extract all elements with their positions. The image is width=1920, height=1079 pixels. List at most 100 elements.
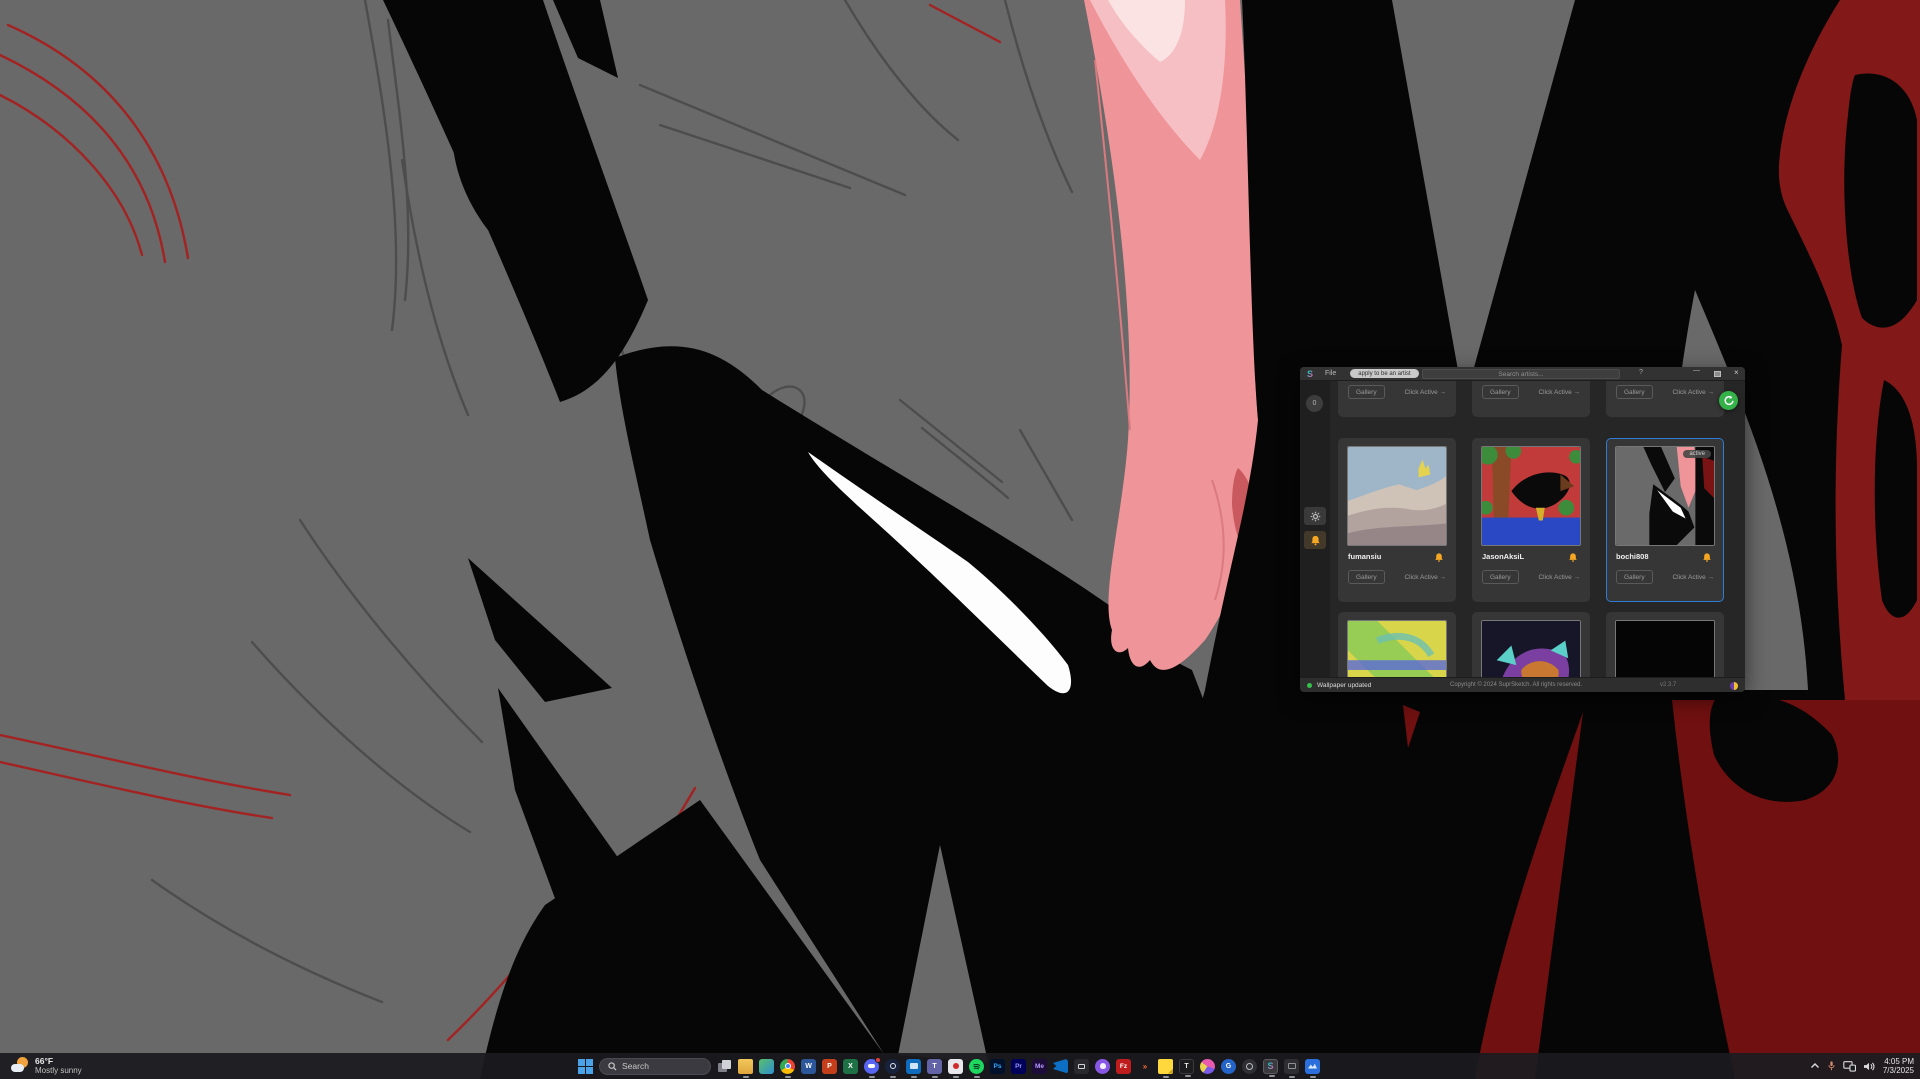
apply-artist-button[interactable]: apply to be an artist: [1350, 369, 1418, 378]
settings-button[interactable]: [1304, 507, 1326, 525]
steam-icon[interactable]: [885, 1059, 900, 1074]
click-active-link[interactable]: Click Active →: [1538, 389, 1580, 396]
excel-icon[interactable]: X: [843, 1059, 858, 1074]
photos-icon[interactable]: [759, 1059, 774, 1074]
tray-clock[interactable]: 4:05 PM 7/3/2025: [1883, 1057, 1914, 1076]
discord-icon[interactable]: [864, 1059, 879, 1074]
window-statusbar: Wallpaper updated Copyright © 2024 SuprS…: [1300, 677, 1745, 692]
gallery-button[interactable]: Gallery: [1616, 385, 1653, 399]
notification-dot: [875, 1057, 881, 1063]
artist-card[interactable]: Gallery Click Active →: [1338, 381, 1456, 417]
click-active-link[interactable]: Click Active →: [1672, 389, 1714, 396]
artwork-thumbnail: [1481, 446, 1581, 546]
weather-temp: 66°F: [35, 1056, 82, 1066]
gallery-button[interactable]: Gallery: [1616, 570, 1653, 584]
search-icon: [608, 1062, 617, 1071]
window-sidebar: 0: [1300, 381, 1330, 677]
vscode-icon[interactable]: [1053, 1059, 1068, 1074]
active-badge: active: [1683, 450, 1711, 458]
click-active-link[interactable]: Click Active →: [1538, 574, 1580, 581]
outlook-icon[interactable]: [906, 1059, 921, 1074]
file-explorer-icon[interactable]: [738, 1059, 753, 1074]
powerpoint-icon[interactable]: P: [822, 1059, 837, 1074]
gog-galaxy-icon[interactable]: G: [1221, 1059, 1236, 1074]
photoshop-icon[interactable]: Ps: [990, 1059, 1005, 1074]
github-desktop-icon[interactable]: [1095, 1059, 1110, 1074]
maximize-button[interactable]: [1714, 371, 1721, 377]
weather-icon: [10, 1055, 30, 1075]
word-icon[interactable]: W: [801, 1059, 816, 1074]
search-label: Search: [622, 1061, 649, 1071]
teams-icon[interactable]: T: [927, 1059, 942, 1074]
tray-chevron-icon[interactable]: [1810, 1062, 1820, 1070]
gallery-button[interactable]: Gallery: [1482, 570, 1519, 584]
artist-card[interactable]: [1338, 612, 1456, 677]
artist-grid: Gallery Click Active → Gallery Click Act…: [1330, 381, 1745, 677]
notifications-button[interactable]: [1304, 531, 1326, 549]
window-titlebar[interactable]: S File apply to be an artist Search arti…: [1300, 367, 1745, 381]
click-active-link[interactable]: Click Active →: [1404, 574, 1446, 581]
weather-widget[interactable]: 66°F Mostly sunny: [10, 1055, 82, 1075]
filezilla-icon[interactable]: Fz: [1116, 1059, 1131, 1074]
bell-icon[interactable]: [1434, 550, 1444, 568]
click-active-link[interactable]: Click Active →: [1672, 574, 1714, 581]
artist-card-jasonaksil[interactable]: JasonAksiL Gallery Click Active →: [1472, 438, 1590, 602]
gallery-button[interactable]: Gallery: [1482, 385, 1519, 399]
version-text: v2.3.7: [1660, 682, 1676, 688]
minimize-button[interactable]: —: [1693, 367, 1700, 374]
artist-card[interactable]: [1472, 612, 1590, 677]
suprsketch-icon[interactable]: S: [1263, 1059, 1278, 1074]
click-active-link[interactable]: Click Active →: [1404, 389, 1446, 396]
artwork-thumbnail: [1615, 620, 1715, 677]
tray-date: 7/3/2025: [1883, 1066, 1914, 1076]
bell-icon[interactable]: [1568, 550, 1578, 568]
artist-card-fumansiu[interactable]: fumansiu Gallery Click Active →: [1338, 438, 1456, 602]
theme-toggle[interactable]: [1730, 682, 1738, 690]
gallery-button[interactable]: Gallery: [1348, 570, 1385, 584]
taskbar-search[interactable]: Search: [599, 1058, 711, 1075]
artist-name: fumansiu: [1348, 552, 1381, 561]
task-view-icon[interactable]: [717, 1059, 732, 1074]
gallery-button[interactable]: Gallery: [1348, 385, 1385, 399]
help-button[interactable]: ?: [1639, 369, 1643, 376]
artwork-thumbnail: [1347, 620, 1447, 677]
status-dot: [1307, 683, 1312, 688]
paint-app-icon[interactable]: [1200, 1059, 1215, 1074]
close-button[interactable]: ×: [1734, 368, 1739, 377]
copyright-text: Copyright © 2024 SuprSketch. All rights …: [1450, 682, 1582, 688]
artist-name: bochi808: [1616, 552, 1649, 561]
notification-count-badge: 0: [1306, 395, 1323, 412]
start-button[interactable]: [578, 1059, 593, 1074]
artist-card[interactable]: Gallery Click Active →: [1472, 381, 1590, 417]
snipping-tool-icon[interactable]: [948, 1059, 963, 1074]
terminal-t-icon[interactable]: T: [1179, 1059, 1194, 1074]
artist-card[interactable]: [1606, 612, 1724, 677]
speaker-icon[interactable]: [1863, 1061, 1876, 1072]
tray-time: 4:05 PM: [1883, 1057, 1914, 1067]
chrome-icon[interactable]: [780, 1059, 795, 1074]
artist-card-bochi808[interactable]: active bochi808 Gallery Click Active →: [1606, 438, 1724, 602]
sticky-notes-icon[interactable]: [1158, 1059, 1173, 1074]
artwork-thumbnail: [1347, 446, 1447, 546]
suprsketch-window: S File apply to be an artist Search arti…: [1300, 367, 1745, 692]
capture-app-icon[interactable]: [1074, 1059, 1089, 1074]
network-display-icon[interactable]: [1843, 1061, 1856, 1072]
spotify-icon[interactable]: [969, 1059, 984, 1074]
image-viewer-icon[interactable]: [1305, 1059, 1320, 1074]
refresh-button[interactable]: [1719, 391, 1738, 410]
bell-icon[interactable]: [1702, 550, 1712, 568]
file-menu[interactable]: File: [1325, 370, 1336, 377]
artist-name: JasonAksiL: [1482, 552, 1524, 561]
status-message: Wallpaper updated: [1317, 682, 1371, 689]
arrows-app-icon[interactable]: »: [1137, 1059, 1152, 1074]
premiere-icon[interactable]: Pr: [1011, 1059, 1026, 1074]
app-logo-icon: S: [1307, 369, 1313, 379]
clock-app-icon[interactable]: [1242, 1059, 1257, 1074]
artwork-thumbnail: active: [1615, 446, 1715, 546]
artist-card[interactable]: Gallery Click Active →: [1606, 381, 1724, 417]
search-artists-input[interactable]: Search artists...: [1422, 369, 1620, 379]
taskbar: 66°F Mostly sunny Search W P X T Ps Pr M…: [0, 1053, 1920, 1079]
vm-app-icon[interactable]: [1284, 1059, 1299, 1074]
media-encoder-icon[interactable]: Me: [1032, 1059, 1047, 1074]
microphone-icon[interactable]: [1827, 1060, 1836, 1072]
